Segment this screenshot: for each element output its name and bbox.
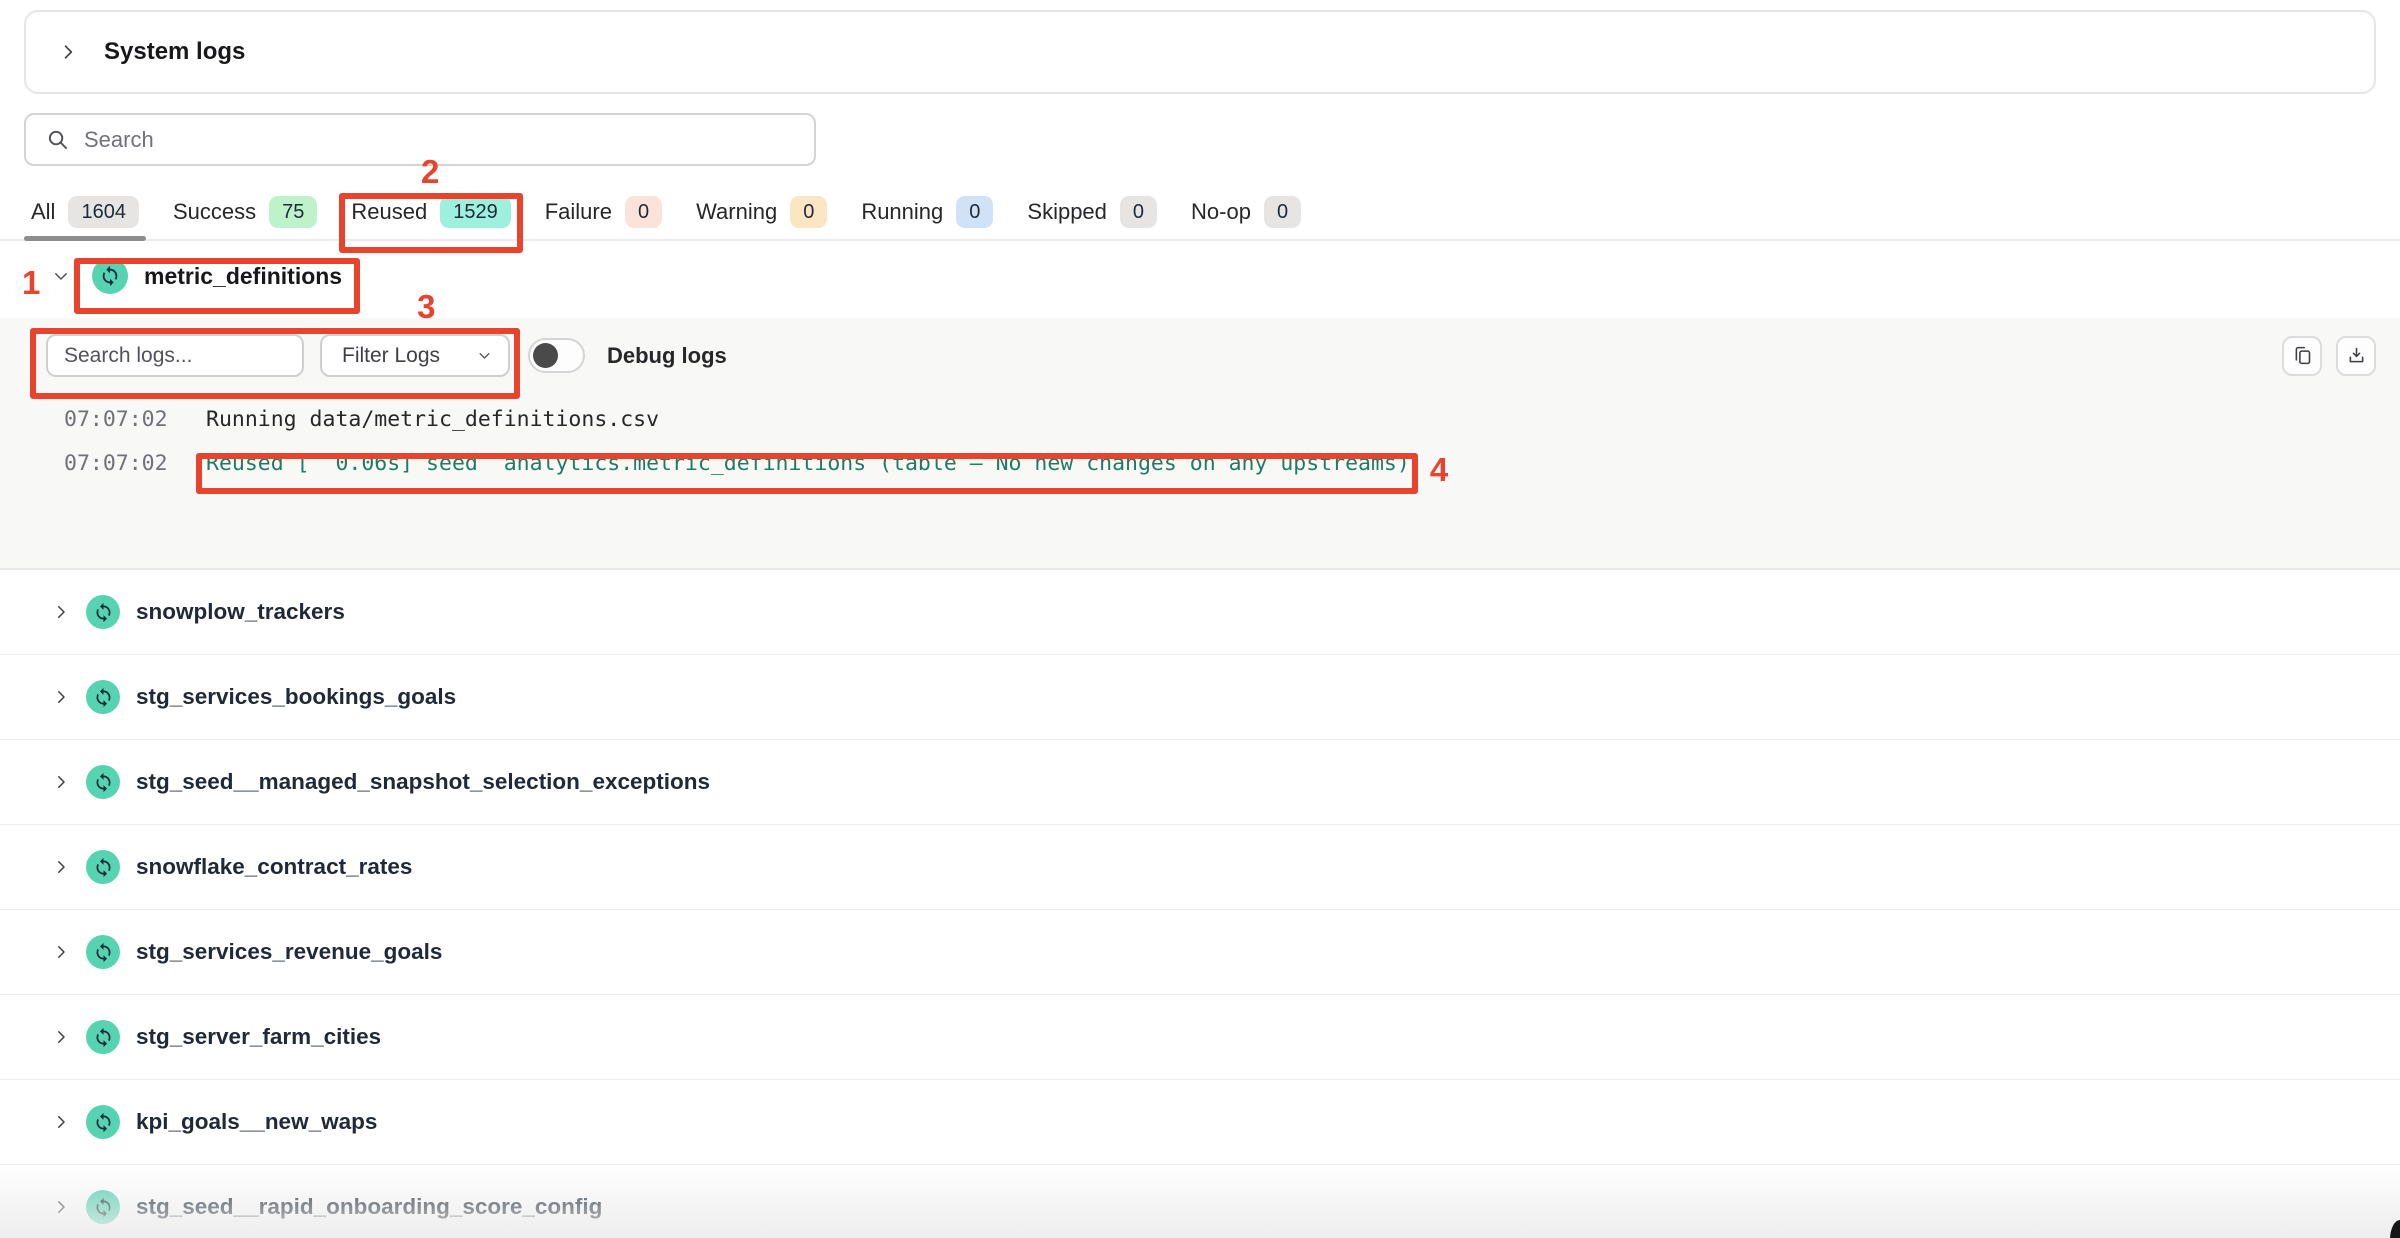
log-message: Reused [ 0.06s] seed analytics.metric_de… xyxy=(206,451,1410,476)
page-title: System logs xyxy=(104,38,245,66)
search-bar xyxy=(24,113,816,166)
chevron-right-icon xyxy=(52,858,70,876)
log-panel: Filter Logs Debug logs 07:07:02 Running … xyxy=(0,318,2400,570)
filter-logs-label: Filter Logs xyxy=(342,344,440,368)
log-lines: 07:07:02 Running data/metric_definitions… xyxy=(0,397,2400,485)
chevron-right-icon xyxy=(52,1028,70,1046)
model-row-stg_seed__managed_snapshot_selection_exceptions[interactable]: stg_seed__managed_snapshot_selection_exc… xyxy=(0,740,2400,825)
tab-count-badge: 0 xyxy=(1120,196,1157,228)
model-row-stg_seed__rapid_onboarding_score_config[interactable]: stg_seed__rapid_onboarding_score_config xyxy=(0,1165,2400,1238)
chevron-right-icon xyxy=(52,688,70,706)
tab-count-badge: 1529 xyxy=(440,196,511,228)
sync-icon xyxy=(86,765,120,799)
sync-icon xyxy=(86,1020,120,1054)
log-line: 07:07:02 Running data/metric_definitions… xyxy=(0,397,2400,441)
tab-count-badge: 1604 xyxy=(68,196,139,228)
tab-label: No-op xyxy=(1191,199,1251,225)
tab-label: All xyxy=(31,199,55,225)
debug-logs-toggle[interactable] xyxy=(528,338,585,373)
sync-icon xyxy=(92,258,128,294)
model-row-name: stg_seed__rapid_onboarding_score_config xyxy=(136,1194,602,1220)
model-row-kpi_goals__new_waps[interactable]: kpi_goals__new_waps xyxy=(0,1080,2400,1165)
model-row-name: snowplow_trackers xyxy=(136,599,345,625)
chevron-down-icon xyxy=(52,267,70,285)
tab-count-badge: 0 xyxy=(625,196,662,228)
search-input[interactable] xyxy=(84,115,794,164)
tab-label: Skipped xyxy=(1027,199,1107,225)
tab-running[interactable]: Running 0 xyxy=(861,185,993,239)
toggle-knob xyxy=(533,343,558,368)
copy-icon xyxy=(2292,345,2313,366)
tab-count-badge: 0 xyxy=(956,196,993,228)
search-icon xyxy=(46,128,69,151)
tab-failure[interactable]: Failure 0 xyxy=(545,185,662,239)
model-row-stg_server_farm_cities[interactable]: stg_server_farm_cities xyxy=(0,995,2400,1080)
log-timestamp: 07:07:02 xyxy=(64,451,206,476)
model-row-name: stg_services_revenue_goals xyxy=(136,939,442,965)
tab-warning[interactable]: Warning 0 xyxy=(696,185,827,239)
tab-all[interactable]: All 1604 xyxy=(31,185,139,239)
tab-label: Success xyxy=(173,199,256,225)
debug-logs-label: Debug logs xyxy=(607,343,727,369)
tab-count-badge: 0 xyxy=(1264,196,1301,228)
tab-bar: All 1604 Success 75 Reused 1529 Failure … xyxy=(0,185,2400,241)
model-row-snowflake_contract_rates[interactable]: snowflake_contract_rates xyxy=(0,825,2400,910)
filter-logs-dropdown[interactable]: Filter Logs xyxy=(320,334,510,377)
chevron-right-icon xyxy=(52,943,70,961)
sync-icon xyxy=(86,1105,120,1139)
tab-reused[interactable]: Reused 1529 xyxy=(351,185,510,239)
tab-no-op[interactable]: No-op 0 xyxy=(1191,185,1301,239)
tab-count-badge: 75 xyxy=(269,196,317,228)
tab-label: Warning xyxy=(696,199,777,225)
download-logs-button[interactable] xyxy=(2336,336,2376,376)
log-controls-left: Filter Logs xyxy=(46,334,510,377)
log-line: 07:07:02 Reused [ 0.06s] seed analytics.… xyxy=(0,441,2400,485)
expanded-row-main: metric_definitions xyxy=(84,252,350,300)
model-row-name: kpi_goals__new_waps xyxy=(136,1109,377,1135)
model-row-list: snowplow_trackers stg_services_bookings_… xyxy=(0,570,2400,1238)
chevron-right-icon xyxy=(52,1198,70,1216)
log-timestamp: 07:07:02 xyxy=(64,407,206,432)
sync-icon xyxy=(86,680,120,714)
download-icon xyxy=(2346,345,2367,366)
copy-logs-button[interactable] xyxy=(2282,336,2322,376)
model-row-stg_services_bookings_goals[interactable]: stg_services_bookings_goals xyxy=(0,655,2400,740)
sync-icon xyxy=(86,935,120,969)
active-tab-underline xyxy=(24,236,146,241)
log-controls: Filter Logs Debug logs xyxy=(0,318,2400,377)
sync-icon xyxy=(86,850,120,884)
model-row-stg_services_revenue_goals[interactable]: stg_services_revenue_goals xyxy=(0,910,2400,995)
tab-success[interactable]: Success 75 xyxy=(173,185,317,239)
chevron-right-icon xyxy=(52,1113,70,1131)
expanded-row-name: metric_definitions xyxy=(144,263,342,290)
model-row-name: stg_seed__managed_snapshot_selection_exc… xyxy=(136,769,710,795)
chevron-right-icon xyxy=(58,42,78,62)
log-message: Running data/metric_definitions.csv xyxy=(206,407,659,432)
search-logs-input[interactable] xyxy=(46,334,304,377)
sync-icon xyxy=(86,595,120,629)
model-row-name: snowflake_contract_rates xyxy=(136,854,412,880)
tab-skipped[interactable]: Skipped 0 xyxy=(1027,185,1157,239)
chevron-right-icon xyxy=(52,603,70,621)
chevron-down-icon xyxy=(477,348,492,363)
system-logs-header[interactable]: System logs xyxy=(24,10,2376,94)
model-row-name: stg_server_farm_cities xyxy=(136,1024,381,1050)
expanded-row-metric-definitions[interactable]: metric_definitions xyxy=(0,241,2400,311)
sync-icon xyxy=(86,1190,120,1224)
tab-label: Reused xyxy=(351,199,427,225)
model-row-snowplow_trackers[interactable]: snowplow_trackers xyxy=(0,570,2400,655)
tab-count-badge: 0 xyxy=(790,196,827,228)
chevron-right-icon xyxy=(52,773,70,791)
tab-label: Failure xyxy=(545,199,612,225)
log-panel-actions xyxy=(2282,336,2376,376)
model-row-name: stg_services_bookings_goals xyxy=(136,684,456,710)
tab-label: Running xyxy=(861,199,943,225)
